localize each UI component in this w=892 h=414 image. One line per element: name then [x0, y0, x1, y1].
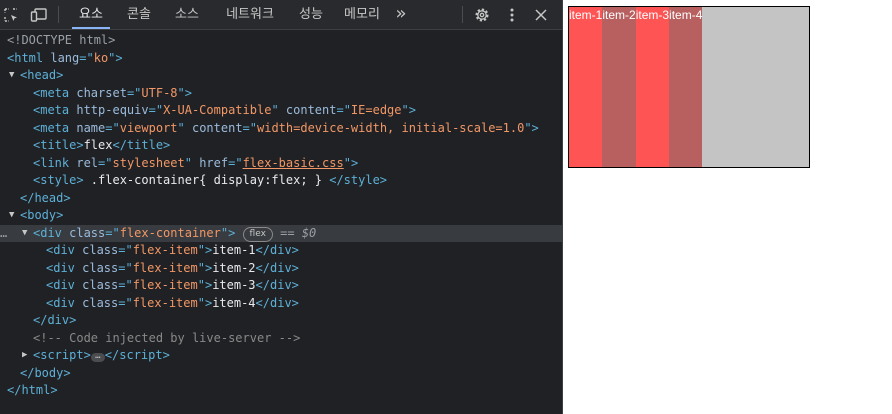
stylesheet-link[interactable]: flex-basic.css [243, 156, 344, 170]
close-icon[interactable] [532, 0, 550, 29]
dom-node-meta-viewport[interactable]: <meta name="viewport" content="width=dev… [0, 120, 562, 138]
dom-node-body[interactable]: ▼ <body> [0, 207, 562, 225]
tab-memory[interactable]: 메모리 [338, 0, 386, 29]
toolbar-separator [58, 6, 59, 23]
tab-console[interactable]: 콘솔 [118, 0, 160, 29]
dom-node-comment[interactable]: <!-- Code injected by live-server --> [0, 330, 562, 348]
dom-node-body-close[interactable]: </body> [0, 365, 562, 383]
device-toolbar-icon[interactable] [28, 0, 50, 29]
flex-item-3: item-3 [635, 7, 670, 167]
flex-badge[interactable]: flex [242, 226, 273, 242]
flex-container-preview: item-1 item-2 item-3 item-4 [568, 6, 810, 168]
devtools-panel: 요소 콘솔 소스 네트워크 성능 메모리 » <!DOCTYPE html> <… [0, 0, 563, 414]
dom-node-flex-item-2[interactable]: <div class="flex-item">item-2</div> [0, 260, 562, 278]
dom-node-html[interactable]: <html lang="ko"> [0, 50, 562, 68]
toolbar-separator [462, 6, 463, 23]
dom-node-link[interactable]: <link rel="stylesheet" href="flex-basic.… [0, 155, 562, 173]
more-tabs-button[interactable]: » [390, 0, 412, 29]
more-options-icon[interactable] [504, 0, 520, 29]
dom-node-meta-charset[interactable]: <meta charset="UTF-8"> [0, 85, 562, 103]
flex-item-4: item-4 [669, 7, 703, 167]
more-actions-icon[interactable]: … [0, 225, 7, 243]
tab-elements[interactable]: 요소 [70, 0, 112, 29]
dom-node-flex-item-1[interactable]: <div class="flex-item">item-1</div> [0, 242, 562, 260]
devtools-toolbar: 요소 콘솔 소스 네트워크 성능 메모리 » [0, 0, 562, 30]
flex-item-1: item-1 [569, 7, 603, 167]
collapse-triangle-icon[interactable]: ▼ [22, 225, 32, 243]
selected-node-marker: == $0 [280, 225, 317, 240]
dom-node-script[interactable]: ▶ <script>… </script> [0, 347, 562, 365]
dom-node-head-close[interactable]: </head> [0, 190, 562, 208]
tab-network[interactable]: 네트워크 [218, 0, 282, 29]
dom-node-flex-item-3[interactable]: <div class="flex-item">item-3</div> [0, 277, 562, 295]
dom-node-style[interactable]: <style> .flex-container{ display:flex; }… [0, 172, 562, 190]
dom-node-head[interactable]: ▼ <head> [0, 67, 562, 85]
tab-performance[interactable]: 성능 [290, 0, 332, 29]
dom-node-meta-compat[interactable]: <meta http-equiv="X-UA-Compatible" conte… [0, 102, 562, 120]
settings-gear-icon[interactable] [472, 0, 492, 29]
dom-node-flex-item-4[interactable]: <div class="flex-item">item-4</div> [0, 295, 562, 313]
tab-sources[interactable]: 소스 [166, 0, 208, 29]
flex-item-2: item-2 [602, 7, 636, 167]
inspect-element-icon[interactable] [2, 0, 20, 29]
expand-triangle-icon[interactable]: ▶ [22, 347, 32, 365]
dom-node-div-close[interactable]: </div> [0, 312, 562, 330]
collapse-triangle-icon[interactable]: ▼ [9, 67, 19, 85]
dom-node-title[interactable]: <title>flex</title> [0, 137, 562, 155]
dom-node-flex-container-selected[interactable]: … ▼ <div class="flex-container"> flex == $… [0, 224, 562, 243]
dom-node-html-close[interactable]: </html> [0, 382, 562, 400]
collapse-triangle-icon[interactable]: ▼ [9, 207, 19, 225]
dom-node-doctype[interactable]: <!DOCTYPE html> [0, 32, 562, 50]
ellipsis-icon[interactable]: … [90, 352, 105, 362]
